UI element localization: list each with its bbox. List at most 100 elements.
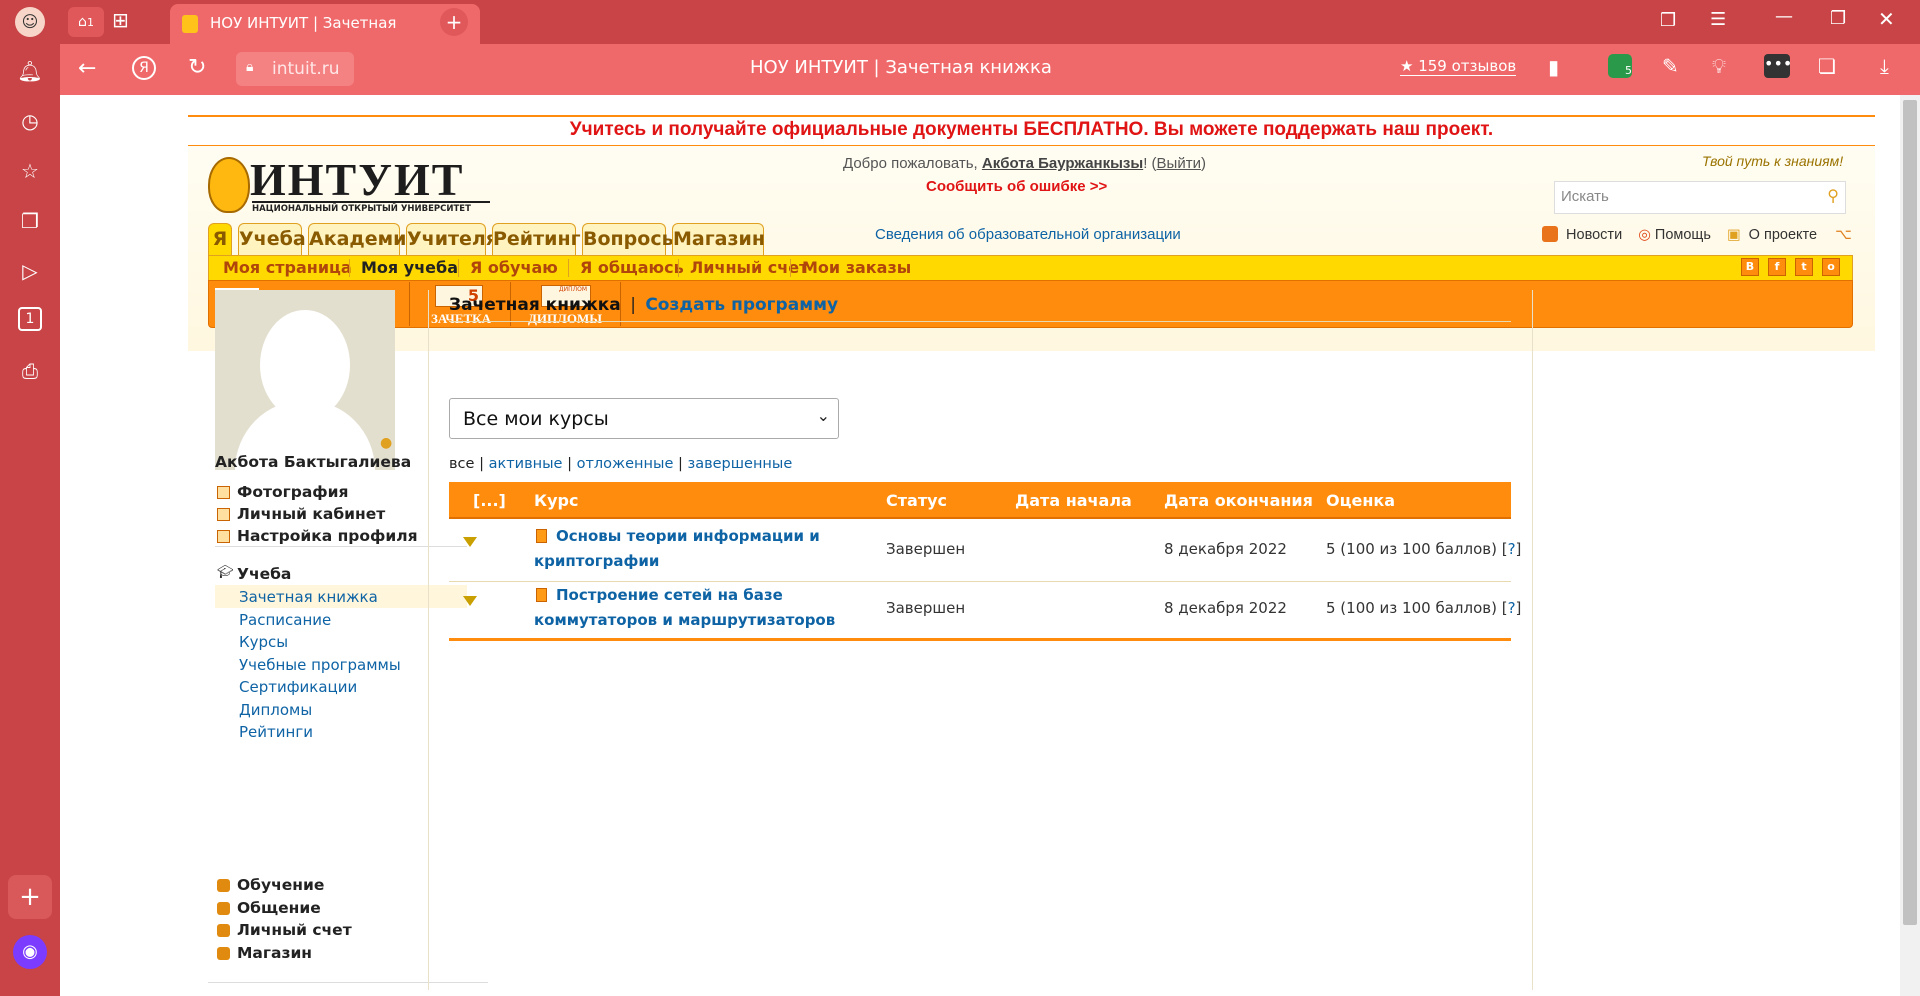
sidebar-study-link-3[interactable]: Курсы — [239, 633, 288, 651]
reader-icon[interactable]: ❏ — [1818, 54, 1836, 78]
course-end-date: 8 декабря 2022 — [1164, 599, 1287, 617]
pen-extension-icon[interactable]: ✎ — [1662, 54, 1679, 78]
reviews-badge[interactable]: ★ 159 отзывов — [1400, 57, 1517, 76]
expand-arrow-icon[interactable] — [463, 537, 477, 547]
site-logo[interactable]: ИНТУИТ НАЦИОНАЛЬНЫЙ ОТКРЫТЫЙ УНИВЕРСИТЕТ — [208, 154, 498, 217]
odnoklassniki-icon[interactable]: о — [1822, 258, 1840, 276]
extension-shield-icon[interactable]: 5 — [1608, 54, 1632, 78]
grade-help-link[interactable]: ? — [1508, 540, 1516, 558]
logout-link[interactable]: Выйти — [1157, 155, 1201, 172]
sidebar-study-link-5[interactable]: Сертификации — [239, 678, 357, 696]
twitter-icon[interactable]: t — [1795, 258, 1813, 276]
user-profile-link[interactable]: Акбота Бауржанкызы — [982, 155, 1143, 172]
yandex-icon[interactable]: Я — [132, 56, 156, 80]
help-link[interactable]: Помощь — [1655, 227, 1711, 243]
reload-icon[interactable]: ↻ — [188, 55, 206, 80]
bookmark-icon[interactable]: ▮ — [1548, 55, 1559, 79]
new-tab-group-icon[interactable]: ⊞ — [112, 8, 129, 32]
nav-tab-2[interactable]: Учеба — [238, 223, 306, 255]
filter-active[interactable]: активные — [489, 456, 563, 472]
sidebar-study-link-1[interactable]: Зачетная книжка — [239, 588, 378, 606]
create-program-link[interactable]: Создать программу — [645, 295, 838, 315]
course-link-line1[interactable]: Построение сетей на базе — [556, 586, 783, 604]
downloads-icon[interactable]: ⤓ — [1880, 54, 1889, 78]
search-input[interactable]: Искать — [1561, 188, 1609, 205]
history-icon[interactable]: ◷ — [16, 107, 44, 135]
welcome-punct: ! ( — [1143, 155, 1157, 172]
collections-icon[interactable]: ❐ — [16, 207, 44, 235]
sidebar-study-link-4[interactable]: Учебные программы — [239, 656, 401, 674]
url-text: intuit.ru — [272, 59, 340, 79]
close-window-icon[interactable]: ✕ — [1878, 7, 1895, 31]
search-icon[interactable]: ⚲ — [1827, 186, 1839, 205]
collections-panel-icon[interactable]: ❒ — [1660, 10, 1676, 31]
table-header-1[interactable]: [...] — [473, 491, 506, 510]
course-link-line1[interactable]: Основы теории информации и — [556, 527, 820, 545]
sidebar-profile-link-1[interactable]: Фотография — [237, 483, 349, 501]
menu-icon[interactable]: ☰ — [1710, 9, 1726, 30]
nav-tab-6[interactable]: Вопросы — [582, 223, 679, 255]
facebook-icon[interactable]: f — [1768, 258, 1786, 276]
user-photo[interactable] — [215, 290, 395, 470]
profile-avatar-icon[interactable]: ☺ — [15, 7, 45, 37]
sub-nav-item-6[interactable]: Мои заказы — [802, 258, 911, 278]
photo-hint-bulb-icon[interactable]: ● — [380, 435, 392, 451]
more-extensions-icon[interactable]: ••• — [1764, 54, 1792, 78]
sidebar-section-1[interactable]: Обучение — [237, 876, 324, 894]
new-tab-button[interactable]: + — [440, 8, 468, 36]
welcome-line: Добро пожаловать, Акбота Бауржанкызы! (В… — [843, 155, 1206, 172]
nav-tab-4[interactable]: Учителя — [406, 223, 498, 255]
filter-postponed[interactable]: отложенные — [577, 456, 674, 472]
sidebar-profile-link-2[interactable]: Личный кабинет — [237, 505, 385, 523]
restore-icon[interactable]: ❐ — [1830, 8, 1846, 29]
sidebar-study-link-2[interactable]: Расписание — [239, 611, 331, 629]
sidebar-study-link-6[interactable]: Дипломы — [239, 701, 312, 719]
address-field[interactable]: 🔒︎ intuit.ru — [236, 52, 354, 86]
sitemap-icon[interactable]: ⌥ — [1835, 227, 1852, 243]
course-link-line2[interactable]: коммутаторов и маршрутизаторов — [534, 611, 835, 629]
tab-title: НОУ ИНТУИТ | Зачетная — [210, 14, 397, 32]
sidebar-section-3[interactable]: Личный счет — [237, 921, 352, 939]
nav-tab-1[interactable]: Я — [208, 223, 232, 255]
sub-nav-item-3[interactable]: Я обучаю — [470, 258, 558, 278]
expand-arrow-icon[interactable] — [463, 596, 477, 606]
course-filter-select[interactable]: Все мои курсы ⌄ — [449, 398, 839, 439]
scrollbar-thumb[interactable] — [1903, 100, 1917, 925]
grade-help-link[interactable]: ? — [1508, 599, 1516, 617]
sidebar-section-2[interactable]: Общение — [237, 899, 321, 917]
report-error-link[interactable]: Сообщить об ошибке >> — [926, 178, 1107, 195]
video-play-icon[interactable]: ▷ — [16, 257, 44, 285]
lightbulb-extension-icon[interactable]: 💡︎ — [1712, 54, 1726, 78]
add-panel-button[interactable]: + — [8, 875, 52, 919]
minimize-icon[interactable]: — — [1775, 6, 1793, 27]
active-tab[interactable]: НОУ ИНТУИТ | Зачетная ✕ — [170, 4, 480, 44]
sidebar-study-link-7[interactable]: Рейтинги — [239, 723, 313, 741]
tab-group-icon[interactable]: ⌂1 — [68, 7, 104, 37]
nav-tab-3[interactable]: Академии — [308, 223, 420, 255]
search-box[interactable]: Искать ⚲ — [1554, 181, 1846, 214]
filter-all[interactable]: все — [449, 456, 474, 472]
sidebar-section-4[interactable]: Магазин — [237, 944, 312, 962]
screenshot-icon[interactable]: ⎙ — [16, 357, 44, 385]
alice-assistant-icon[interactable]: ◉ — [13, 935, 47, 969]
support-banner[interactable]: Учитесь и получайте официальные документ… — [188, 119, 1875, 141]
tab-counter-icon[interactable]: 1 — [18, 307, 42, 331]
about-link[interactable]: О проекте — [1749, 227, 1817, 243]
sub-nav-item-4[interactable]: Я общаюсь — [580, 258, 684, 278]
back-arrow-icon[interactable]: ← — [78, 56, 96, 81]
course-link-line2[interactable]: криптографии — [534, 552, 659, 570]
filter-sep: | — [479, 456, 484, 472]
org-info-link[interactable]: Сведения об образовательной организации — [875, 226, 1181, 243]
sidebar-profile-link-3[interactable]: Настройка профиля — [237, 527, 418, 545]
sub-nav-item-2[interactable]: Моя учеба — [361, 258, 458, 278]
sub-nav-item-1[interactable]: Моя страница — [223, 258, 352, 278]
news-link[interactable]: Новости — [1566, 227, 1622, 243]
sub-nav-separator — [790, 259, 791, 277]
nav-tab-5[interactable]: Рейтинг — [492, 223, 581, 255]
notifications-bell-icon[interactable]: 🔔︎ — [16, 57, 44, 85]
vk-icon[interactable]: В — [1741, 258, 1759, 276]
bookmarks-star-icon[interactable]: ☆ — [16, 157, 44, 185]
filter-completed[interactable]: завершенные — [687, 456, 792, 472]
nav-tab-7[interactable]: Магазин — [672, 223, 765, 255]
sidebar-study-heading[interactable]: Учеба — [237, 565, 291, 583]
